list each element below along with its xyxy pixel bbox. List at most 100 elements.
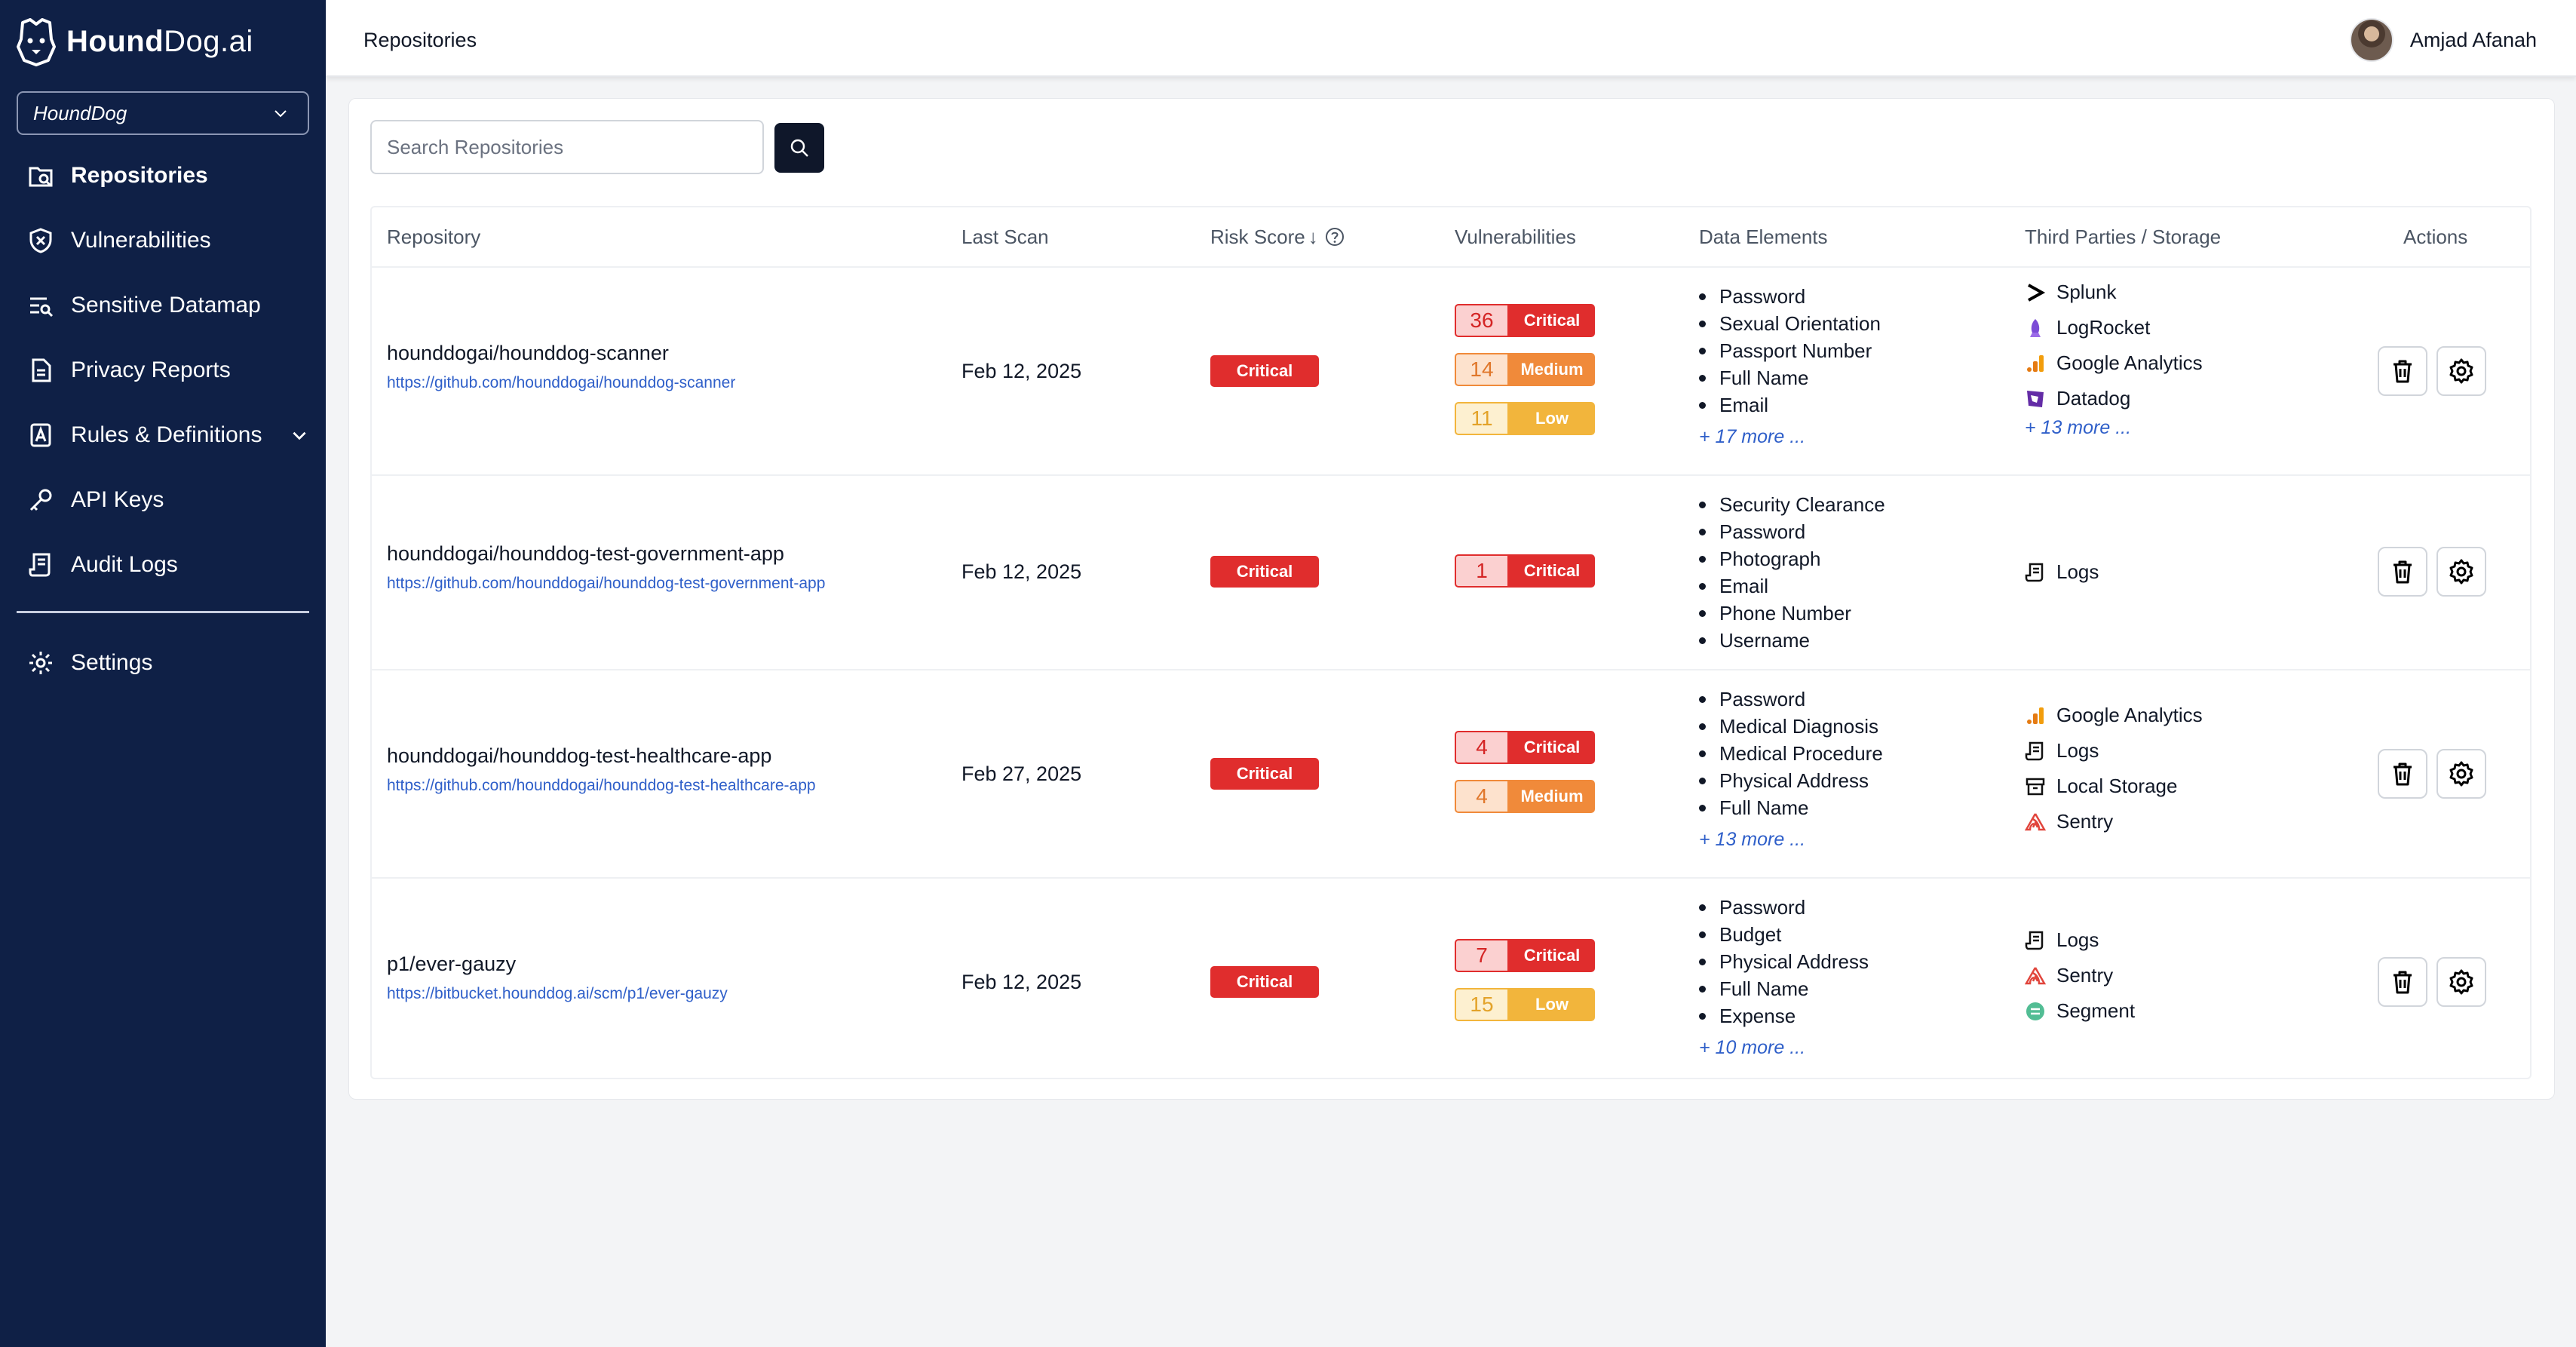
storage-icon [2026,778,2045,795]
sidebar-item-label: Audit Logs [71,552,178,577]
sidebar: HoundDog.ai HoundDog Repositories Vulner… [0,0,326,1347]
vulnerability-count: 4 [1455,780,1509,813]
repositories-table: Repository Last Scan Risk Score ↓ Vulner… [370,206,2532,1079]
vulnerability-badge-medium[interactable]: 4 Medium [1455,780,1595,813]
data-elements-more-link[interactable]: + 13 more ... [1699,829,1883,851]
sidebar-item-audit-logs[interactable]: Audit Logs [0,540,326,590]
sentry-icon [2025,966,2046,984]
repo-name[interactable]: hounddogai/hounddog-test-government-app [387,542,825,566]
repo-name[interactable]: hounddogai/hounddog-test-healthcare-app [387,744,816,768]
search-input[interactable] [370,120,764,174]
repo-url-link[interactable]: https://github.com/hounddogai/hounddog-t… [387,777,816,795]
data-elements-cell: Security Clearance Password Photograph E… [1699,491,1885,654]
avatar[interactable] [2349,18,2394,62]
data-element-item: Password [1699,686,1883,713]
sidebar-item-vulnerabilities[interactable]: Vulnerabilities [0,216,326,265]
data-elements-more-link[interactable]: + 17 more ... [1699,426,1881,448]
data-element-item: Password [1699,518,1885,545]
table-row[interactable]: hounddogai/hounddog-test-government-app … [372,474,2530,669]
gear-icon [2449,358,2473,384]
search-button[interactable] [774,123,824,173]
risk-score-badge: Critical [1210,355,1319,387]
third-party-name: Google Analytics [2056,704,2203,726]
vulnerability-badge-low[interactable]: 11 Low [1455,402,1595,435]
vulnerability-badge-medium[interactable]: 14 Medium [1455,353,1595,386]
column-header-repository[interactable]: Repository [387,207,480,266]
data-element-item: Physical Address [1699,948,1869,975]
sidebar-item-label: Rules & Definitions [71,422,262,447]
sidebar-item-rules-definitions[interactable]: Rules & Definitions [0,410,326,460]
sidebar-item-settings[interactable]: Settings [0,638,326,688]
sidebar-item-label: Settings [71,650,153,675]
delete-button[interactable] [2378,957,2427,1007]
organization-select[interactable]: HoundDog [17,91,309,135]
repo-name[interactable]: p1/ever-gauzy [387,953,728,976]
data-element-item: Expense [1699,1002,1869,1029]
column-header-data-elements[interactable]: Data Elements [1699,207,1828,266]
third-party-item: Google Analytics [2025,345,2203,381]
third-party-item: Logs [2025,554,2099,590]
column-header-vulnerabilities[interactable]: Vulnerabilities [1455,207,1576,266]
settings-button[interactable] [2436,547,2486,597]
data-element-item: Full Name [1699,975,1869,1002]
sidebar-item-repositories[interactable]: Repositories [0,151,326,201]
third-party-item: Local Storage [2025,769,2203,804]
settings-button[interactable] [2436,957,2486,1007]
delete-button[interactable] [2378,749,2427,799]
vulnerability-count: 7 [1455,939,1509,972]
repo-url-link[interactable]: https://bitbucket.hounddog.ai/scm/p1/eve… [387,985,728,1003]
sidebar-item-sensitive-datamap[interactable]: Sensitive Datamap [0,281,326,330]
table-row[interactable]: hounddogai/hounddog-scanner https://gith… [372,266,2530,474]
settings-button[interactable] [2436,346,2486,396]
data-element-item: Photograph [1699,545,1885,572]
third-party-item: Segment [2025,993,2135,1029]
risk-score-badge: Critical [1210,966,1319,998]
third-parties-more-link[interactable]: + 13 more ... [2025,417,2203,439]
logo[interactable]: HoundDog.ai [15,17,253,66]
repo-url-link[interactable]: https://github.com/hounddogai/hounddog-s… [387,374,735,392]
delete-button[interactable] [2378,346,2427,396]
user-menu[interactable]: Amjad Afanah [2349,18,2537,62]
delete-button[interactable] [2378,547,2427,597]
settings-button[interactable] [2436,749,2486,799]
gear-icon [2449,969,2473,995]
third-party-name: Sentry [2056,964,2114,986]
data-element-item: Full Name [1699,794,1883,821]
repository-icon [29,167,53,187]
vulnerability-level: Critical [1509,554,1595,588]
sidebar-item-label: Vulnerabilities [71,228,211,253]
column-header-third-parties[interactable]: Third Parties / Storage [2025,207,2221,266]
third-party-item: Splunk [2025,275,2203,310]
help-icon[interactable] [1324,226,1345,247]
vulnerability-badge-low[interactable]: 15 Low [1455,988,1595,1021]
sort-down-icon[interactable]: ↓ [1308,226,1318,249]
third-party-name: Segment [2056,999,2136,1022]
repo-url-link[interactable]: https://github.com/hounddogai/hounddog-t… [387,575,825,593]
sidebar-divider [17,611,309,613]
vulnerability-badge-critical[interactable]: 7 Critical [1455,939,1595,972]
vulnerability-list: 1 Critical [1455,554,1595,588]
vulnerability-badge-critical[interactable]: 4 Critical [1455,731,1595,764]
logs-icon [29,553,51,577]
vulnerability-count: 1 [1455,554,1509,588]
data-elements-more-link[interactable]: + 10 more ... [1699,1037,1869,1059]
vulnerability-badge-critical[interactable]: 36 Critical [1455,304,1595,337]
user-name: Amjad Afanah [2409,28,2537,51]
shield-x-icon [29,228,52,253]
data-elements-cell: Password Budget Physical Address Full Na… [1699,894,1869,1059]
data-element-item: Username [1699,627,1885,654]
column-header-risk-score[interactable]: Risk Score ↓ [1210,207,1345,266]
table-row[interactable]: p1/ever-gauzy https://bitbucket.hounddog… [372,877,2530,1079]
gear-icon [2449,559,2473,585]
sidebar-item-api-keys[interactable]: API Keys [0,475,326,525]
trash-icon [2394,560,2412,584]
data-element-item: Physical Address [1699,767,1883,794]
table-row[interactable]: hounddogai/hounddog-test-healthcare-app … [372,669,2530,877]
sidebar-item-privacy-reports[interactable]: Privacy Reports [0,345,326,395]
vulnerability-badge-critical[interactable]: 1 Critical [1455,554,1595,588]
vulnerability-level: Medium [1509,353,1595,386]
repo-name[interactable]: hounddogai/hounddog-scanner [387,342,735,365]
column-header-label: Risk Score [1210,225,1305,248]
column-header-last-scan[interactable]: Last Scan [961,207,1049,266]
data-elements-cell: Password Medical Diagnosis Medical Proce… [1699,686,1883,851]
